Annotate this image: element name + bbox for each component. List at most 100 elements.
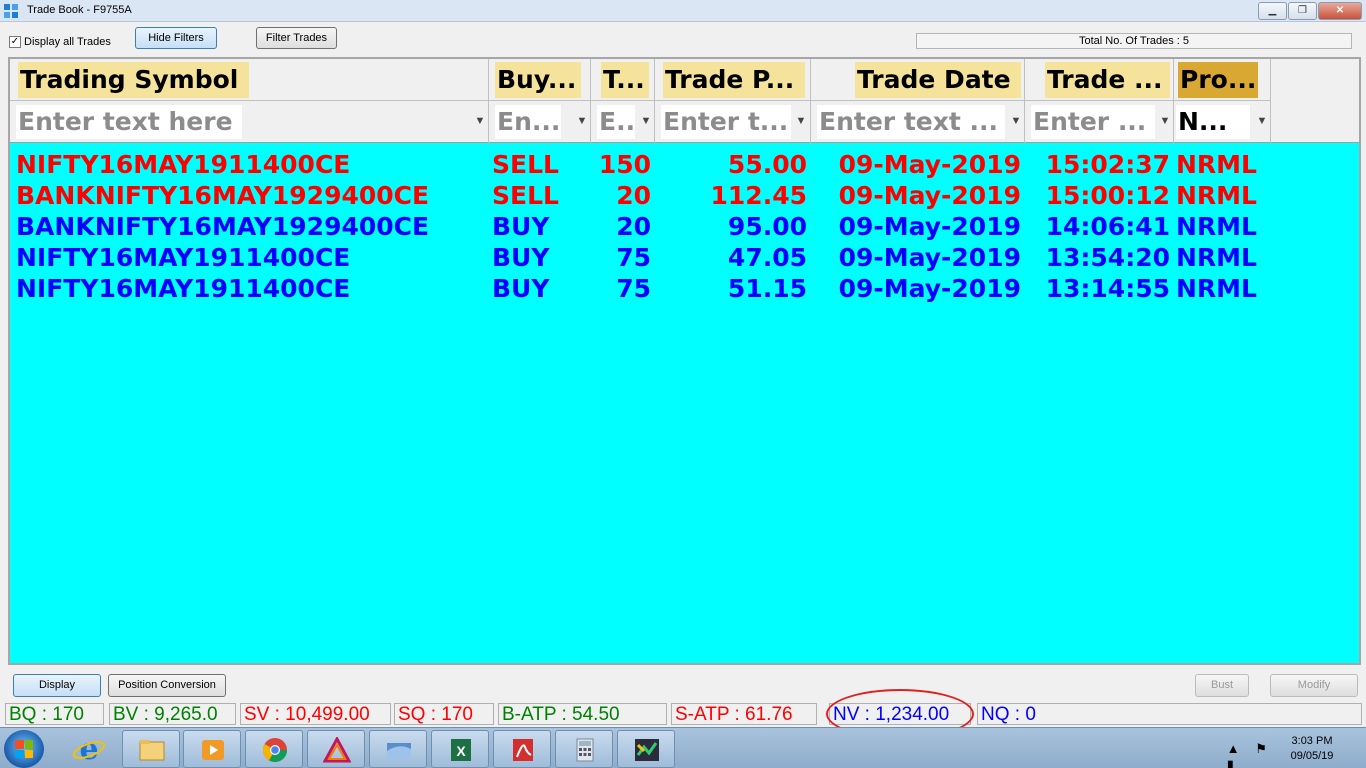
- cell-qty: 20: [616, 181, 651, 210]
- acrobat-icon[interactable]: [493, 730, 551, 768]
- cell-symbol: BANKNIFTY16MAY1929400CE: [16, 212, 430, 241]
- chrome-icon[interactable]: [245, 730, 303, 768]
- filter-cell-trade-date: Enter text ... ▼: [811, 101, 1025, 143]
- filter-cell-buy-sell: En... ▼: [489, 101, 591, 143]
- cell-symbol: NIFTY16MAY1911400CE: [16, 150, 351, 179]
- cell-side: SELL: [492, 181, 559, 210]
- table-row[interactable]: NIFTY16MAY1911400CE BUY 75 51.15 09-May-…: [10, 273, 1359, 304]
- cell-side: SELL: [492, 150, 559, 179]
- filter-input-buy-sell[interactable]: En...: [495, 105, 561, 139]
- clock-time: 3:03 PM: [1291, 735, 1333, 747]
- triangle-app-icon[interactable]: [307, 730, 365, 768]
- modify-button[interactable]: Modify: [1270, 674, 1358, 697]
- filter-trades-button[interactable]: Filter Trades: [256, 27, 337, 49]
- explorer-icon[interactable]: [122, 730, 180, 768]
- cell-date: 09-May-2019: [838, 243, 1021, 272]
- maximize-button[interactable]: ❐: [1288, 2, 1317, 20]
- cell-qty: 75: [616, 243, 651, 272]
- close-button[interactable]: ✕: [1318, 2, 1362, 20]
- filter-input-trade-qty[interactable]: E..: [597, 105, 635, 139]
- cell-time: 14:06:41: [1045, 212, 1170, 241]
- cell-qty: 150: [598, 150, 651, 179]
- filter-input-trade-date[interactable]: Enter text ...: [817, 105, 1005, 139]
- cell-side: BUY: [492, 212, 550, 241]
- media-player-icon[interactable]: [183, 730, 241, 768]
- minimize-button[interactable]: ▁: [1258, 2, 1287, 20]
- filter-input-trading-symbol[interactable]: Enter text here: [16, 105, 242, 139]
- cell-time: 13:54:20: [1045, 243, 1170, 272]
- status-bq: BQ : 170: [5, 703, 104, 725]
- cell-product: NRML: [1176, 181, 1257, 210]
- start-button[interactable]: [4, 730, 44, 768]
- cell-date: 09-May-2019: [838, 274, 1021, 303]
- svg-text:X: X: [456, 743, 466, 759]
- cell-product: NRML: [1176, 150, 1257, 179]
- cell-time: 15:02:37: [1045, 150, 1170, 179]
- calculator-icon[interactable]: [555, 730, 613, 768]
- table-row[interactable]: NIFTY16MAY1911400CE SELL 150 55.00 09-Ma…: [10, 149, 1359, 180]
- filter-funnel-icon[interactable]: ▼: [1256, 115, 1268, 127]
- ie-icon[interactable]: e: [72, 734, 106, 764]
- total-trades-count: Total No. Of Trades : 5: [916, 33, 1352, 49]
- filter-input-trade-price[interactable]: Enter t...: [661, 105, 791, 139]
- cell-price: 95.00: [727, 212, 807, 241]
- svg-text:e: e: [79, 734, 98, 764]
- cell-price: 47.05: [727, 243, 807, 272]
- table-row[interactable]: BANKNIFTY16MAY1929400CE BUY 20 95.00 09-…: [10, 211, 1359, 242]
- table-row[interactable]: NIFTY16MAY1911400CE BUY 75 47.05 09-May-…: [10, 242, 1359, 273]
- cell-time: 15:00:12: [1045, 181, 1170, 210]
- column-header-buy-sell[interactable]: Buy...: [489, 59, 591, 101]
- filter-input-product[interactable]: N...: [1176, 105, 1250, 139]
- status-bv: BV : 9,265.0: [109, 703, 236, 725]
- position-conversion-button[interactable]: Position Conversion: [108, 674, 226, 697]
- cell-symbol: NIFTY16MAY1911400CE: [16, 274, 351, 303]
- cell-date: 09-May-2019: [838, 181, 1021, 210]
- filter-cell-trade-qty: E.. ▼: [591, 101, 655, 143]
- display-button[interactable]: Display: [13, 674, 101, 697]
- cell-date: 09-May-2019: [838, 212, 1021, 241]
- column-header-trade-qty[interactable]: T...: [591, 59, 655, 101]
- clock[interactable]: 3:03 PM 09/05/19: [1284, 734, 1340, 764]
- filter-funnel-icon[interactable]: ▼: [1010, 115, 1022, 127]
- column-header-trading-symbol[interactable]: Trading Symbol: [10, 59, 489, 101]
- toolbar: ✓ Display all Trades Hide Filters Filter…: [0, 23, 1366, 55]
- filter-input-trade-time[interactable]: Enter ...: [1031, 105, 1155, 139]
- trade-grid: Trading Symbol Buy... T... Trade P... Tr…: [8, 57, 1361, 665]
- filter-funnel-icon[interactable]: ▼: [1159, 115, 1171, 127]
- column-header-trade-time[interactable]: Trade ...: [1025, 59, 1174, 101]
- checkbox-check-icon[interactable]: ✓: [9, 36, 21, 48]
- trading-app-icon[interactable]: [617, 730, 675, 768]
- filter-funnel-icon[interactable]: ▼: [640, 115, 652, 127]
- bust-button[interactable]: Bust: [1195, 674, 1249, 697]
- column-header-product[interactable]: Pro...: [1174, 59, 1271, 101]
- tray-icons[interactable]: ▲ ⚑ ▮ ▂▄▆ ◖: [1227, 741, 1274, 768]
- header-label: Pro...: [1178, 62, 1258, 98]
- table-row[interactable]: BANKNIFTY16MAY1929400CE SELL 20 112.45 0…: [10, 180, 1359, 211]
- cell-price: 55.00: [727, 150, 807, 179]
- header-label: Trade P...: [663, 62, 805, 98]
- filter-funnel-icon[interactable]: ▼: [474, 115, 486, 127]
- excel-icon[interactable]: X: [431, 730, 489, 768]
- filter-cell-trade-time: Enter ... ▼: [1025, 101, 1174, 143]
- filter-row: Enter text here ▼ En... ▼ E.. ▼ Enter t.…: [10, 101, 1359, 143]
- filter-cell-product: N... ▼: [1174, 101, 1271, 143]
- display-all-label: Display all Trades: [24, 36, 111, 48]
- cell-product: NRML: [1176, 274, 1257, 303]
- cell-price: 112.45: [710, 181, 807, 210]
- cell-symbol: BANKNIFTY16MAY1929400CE: [16, 181, 430, 210]
- header-label: Trade Date: [855, 62, 1021, 98]
- windows-logo-icon: [15, 740, 33, 758]
- status-nq: NQ : 0: [977, 703, 1362, 725]
- display-all-trades-checkbox[interactable]: ✓ Display all Trades: [9, 36, 111, 48]
- cell-symbol: NIFTY16MAY1911400CE: [16, 243, 351, 272]
- filter-funnel-icon[interactable]: ▼: [795, 115, 807, 127]
- filter-funnel-icon[interactable]: ▼: [576, 115, 588, 127]
- column-header-trade-price[interactable]: Trade P...: [655, 59, 811, 101]
- folder-app-icon[interactable]: [369, 730, 427, 768]
- app-icon: [4, 4, 18, 18]
- status-s-atp: S-ATP : 61.76: [671, 703, 817, 725]
- column-header-trade-date[interactable]: Trade Date: [811, 59, 1025, 101]
- hide-filters-button[interactable]: Hide Filters: [135, 27, 217, 49]
- action-bar: Display Position Conversion Bust Modify: [0, 672, 1366, 700]
- window-title: Trade Book - F9755A: [27, 4, 132, 16]
